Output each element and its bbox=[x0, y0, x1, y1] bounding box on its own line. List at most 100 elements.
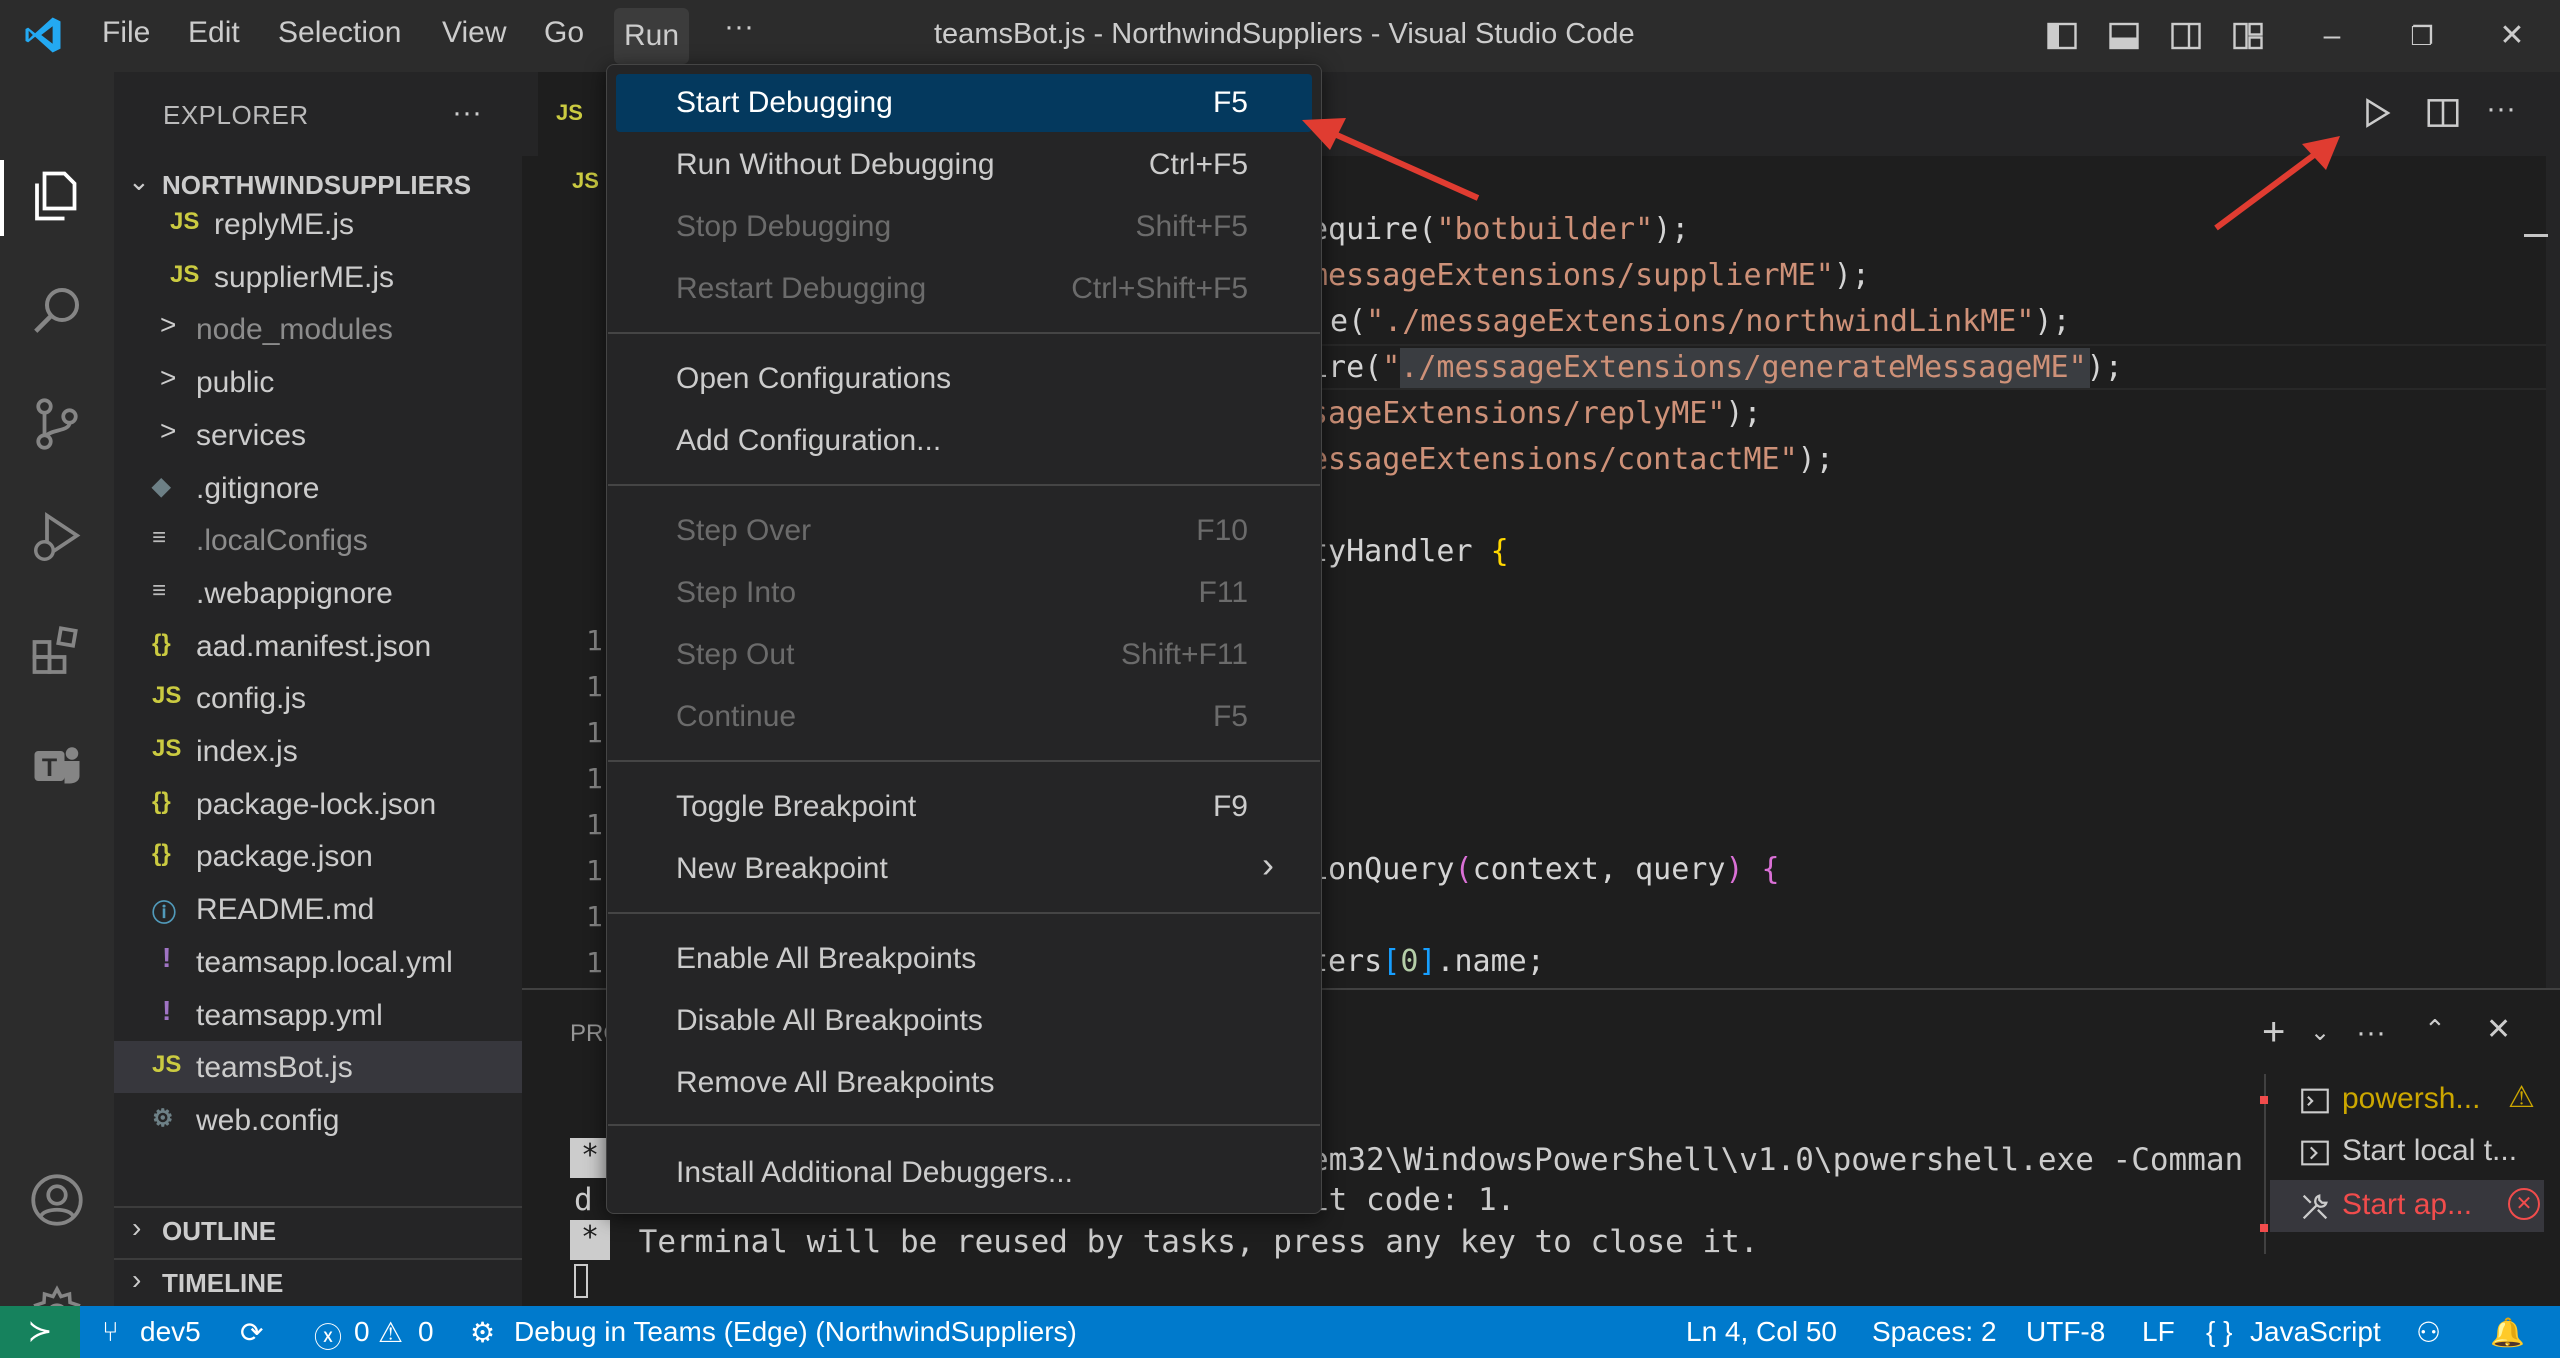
tree-item[interactable]: {} package-lock.json bbox=[114, 778, 522, 830]
customize-layout-icon[interactable] bbox=[2230, 18, 2266, 54]
menu-item-remove-all-breakpoints[interactable]: Remove All Breakpoints bbox=[616, 1054, 1312, 1112]
menu-item-new-breakpoint[interactable]: New Breakpoint › bbox=[616, 840, 1312, 898]
tree-item[interactable]: JS replyME.js bbox=[114, 198, 522, 250]
explorer-icon[interactable] bbox=[27, 166, 87, 226]
close-panel-icon[interactable]: ✕ bbox=[2486, 1012, 2511, 1047]
tree-item-label: .gitignore bbox=[196, 471, 320, 505]
menu-item-step-over[interactable]: Step Over F10 bbox=[616, 502, 1312, 560]
outline-section-header[interactable]: › OUTLINE bbox=[124, 1208, 522, 1252]
editor-more-actions-icon[interactable]: ··· bbox=[2486, 92, 2516, 126]
run-and-debug-icon[interactable] bbox=[27, 508, 87, 568]
tree-item[interactable]: ! teamsapp.yml bbox=[114, 989, 522, 1041]
branch-icon[interactable]: ⑂ bbox=[102, 1316, 119, 1348]
line-ending[interactable]: LF bbox=[2142, 1316, 2175, 1348]
branch-label[interactable]: dev5 bbox=[140, 1316, 201, 1348]
run-file-play-icon[interactable] bbox=[2358, 94, 2396, 132]
warning-count[interactable]: 0 bbox=[418, 1316, 434, 1348]
tree-item[interactable]: ⓘ README.md bbox=[114, 883, 522, 935]
minimize-icon[interactable]: – bbox=[2310, 14, 2354, 58]
menu-file[interactable]: File bbox=[102, 16, 150, 50]
tree-item[interactable]: JS config.js bbox=[114, 672, 522, 724]
editor-scrollbar[interactable] bbox=[2546, 156, 2560, 988]
language-braces-icon[interactable]: { } bbox=[2206, 1316, 2232, 1348]
menu-item-enable-all-breakpoints[interactable]: Enable All Breakpoints bbox=[616, 930, 1312, 988]
toggle-secondary-sidebar-icon[interactable] bbox=[2168, 18, 2204, 54]
encoding[interactable]: UTF-8 bbox=[2026, 1316, 2105, 1348]
warning-count-icon[interactable]: ⚠ bbox=[378, 1316, 403, 1349]
menu-item-run-without-debugging[interactable]: Run Without Debugging Ctrl+F5 bbox=[616, 136, 1312, 194]
menu-item-shortcut: F11 bbox=[1198, 576, 1248, 609]
panel-more-actions-icon[interactable]: ··· bbox=[2356, 1016, 2386, 1050]
menu-item-disable-all-breakpoints[interactable]: Disable All Breakpoints bbox=[616, 992, 1312, 1050]
tree-item[interactable]: {} aad.manifest.json bbox=[114, 620, 522, 672]
task-item-start-local[interactable]: Start local t... bbox=[2270, 1126, 2544, 1178]
tree-item[interactable]: > services bbox=[114, 409, 522, 461]
search-icon[interactable] bbox=[27, 280, 87, 340]
source-control-icon[interactable] bbox=[27, 394, 87, 454]
sync-icon[interactable]: ⟳ bbox=[240, 1316, 263, 1349]
code-line: essageExtensions/contactME"); bbox=[1310, 442, 1834, 477]
split-editor-icon[interactable] bbox=[2424, 94, 2462, 132]
timeline-section-header[interactable]: › TIMELINE bbox=[124, 1260, 522, 1304]
menu-item-continue[interactable]: Continue F5 bbox=[616, 688, 1312, 746]
chevron-down-icon[interactable]: ⌄ bbox=[2310, 1018, 2330, 1047]
menu-item-toggle-breakpoint[interactable]: Toggle Breakpoint F9 bbox=[616, 778, 1312, 836]
teams-toolkit-icon[interactable]: T bbox=[27, 736, 87, 796]
menu-item-stop-debugging[interactable]: Stop Debugging Shift+F5 bbox=[616, 198, 1312, 256]
indentation[interactable]: Spaces: 2 bbox=[1872, 1316, 1997, 1348]
close-window-icon[interactable]: ✕ bbox=[2490, 14, 2534, 58]
menu-item-start-debugging[interactable]: Start Debugging F5 bbox=[616, 74, 1312, 132]
menu-item-restart-debugging[interactable]: Restart Debugging Ctrl+Shift+F5 bbox=[616, 260, 1312, 318]
menu-item-label: Open Configurations bbox=[676, 362, 952, 395]
title-bar: File Edit Selection View Go Run ··· team… bbox=[0, 0, 2560, 72]
new-terminal-icon[interactable]: + bbox=[2262, 1010, 2285, 1055]
debug-config-label[interactable]: Debug in Teams (Edge) (NorthwindSupplier… bbox=[514, 1316, 1077, 1348]
task-item-powershell[interactable]: powersh... ⚠ bbox=[2270, 1074, 2544, 1126]
menu-item-open-configurations[interactable]: Open Configurations bbox=[616, 350, 1312, 408]
extensions-icon[interactable] bbox=[27, 622, 87, 682]
menu-item-step-into[interactable]: Step Into F11 bbox=[616, 564, 1312, 622]
tree-item-label: README.md bbox=[196, 893, 375, 927]
debug-config-icon[interactable]: ⚙ bbox=[470, 1316, 495, 1349]
tree-item[interactable]: {} package.json bbox=[114, 830, 522, 882]
tree-item[interactable]: JS supplierME.js bbox=[114, 251, 522, 303]
menu-item-step-out[interactable]: Step Out Shift+F11 bbox=[616, 626, 1312, 684]
toggle-primary-sidebar-icon[interactable] bbox=[2044, 18, 2080, 54]
maximize-panel-icon[interactable]: ⌃ bbox=[2424, 1014, 2446, 1045]
js-file-icon: JS bbox=[152, 735, 182, 762]
cursor-position[interactable]: Ln 4, Col 50 bbox=[1686, 1316, 1837, 1348]
task-item-start-app[interactable]: Start ap... ✕ bbox=[2270, 1180, 2544, 1232]
chevron-down-icon: ⌄ bbox=[128, 166, 150, 196]
toggle-panel-icon[interactable] bbox=[2106, 18, 2142, 54]
menu-run[interactable]: Run bbox=[614, 8, 690, 64]
tree-item[interactable]: ≡ .webappignore bbox=[114, 567, 522, 619]
menu-selection[interactable]: Selection bbox=[278, 16, 401, 50]
menu-edit[interactable]: Edit bbox=[188, 16, 240, 50]
explorer-more-actions-icon[interactable]: ··· bbox=[452, 96, 482, 130]
tree-item-label: web.config bbox=[196, 1103, 340, 1137]
tree-item[interactable]: ◆ .gitignore bbox=[114, 462, 522, 514]
language-mode[interactable]: JavaScript bbox=[2250, 1316, 2381, 1348]
line-number: 1 bbox=[586, 900, 603, 933]
menu-go[interactable]: Go bbox=[544, 16, 584, 50]
yaml-file-icon: ! bbox=[162, 941, 172, 973]
feedback-icon[interactable]: ⚇ bbox=[2416, 1316, 2441, 1349]
menu-more[interactable]: ··· bbox=[724, 10, 754, 44]
error-count-icon[interactable]: ⓧ bbox=[314, 1316, 342, 1356]
accounts-icon[interactable] bbox=[27, 1170, 87, 1230]
tree-item[interactable]: > public bbox=[114, 356, 522, 408]
menu-view[interactable]: View bbox=[442, 16, 506, 50]
notifications-bell-icon[interactable]: 🔔 bbox=[2490, 1316, 2525, 1349]
menu-item-add-configuration[interactable]: Add Configuration... bbox=[616, 412, 1312, 470]
tree-item[interactable]: JS index.js bbox=[114, 725, 522, 777]
error-count[interactable]: 0 bbox=[354, 1316, 370, 1348]
restore-icon[interactable]: ❐ bbox=[2400, 14, 2444, 58]
tree-item[interactable]: > node_modules bbox=[114, 303, 522, 355]
tree-item[interactable]: ⚙ web.config bbox=[114, 1094, 522, 1146]
menu-item-install-additional-debuggers[interactable]: Install Additional Debuggers... bbox=[616, 1144, 1312, 1202]
tree-item[interactable]: ≡ .localConfigs bbox=[114, 514, 522, 566]
remote-indicator-icon[interactable]: ≻ bbox=[0, 1306, 80, 1358]
tree-item[interactable]: JS teamsBot.js bbox=[114, 1041, 522, 1094]
menu-item-label: Restart Debugging bbox=[676, 272, 927, 305]
tree-item[interactable]: ! teamsapp.local.yml bbox=[114, 936, 522, 988]
